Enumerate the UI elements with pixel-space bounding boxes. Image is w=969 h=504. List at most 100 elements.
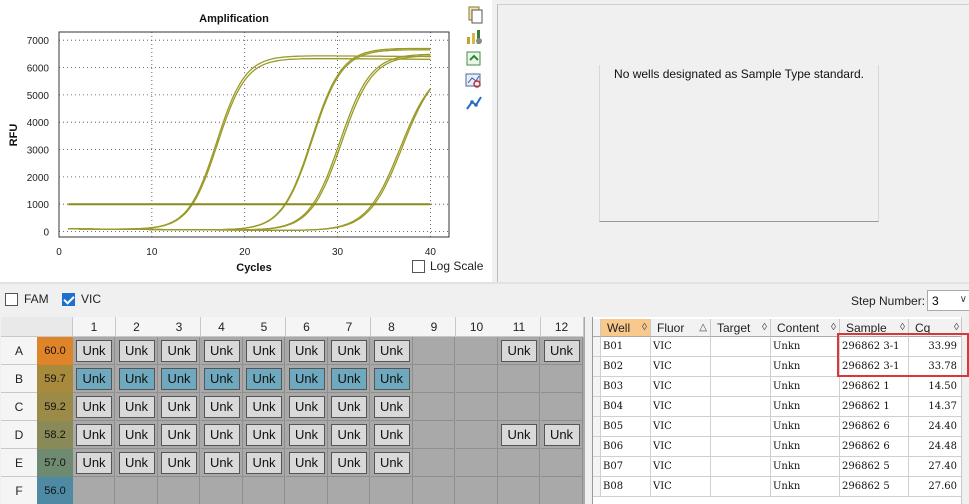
well-content-button[interactable]: Unk xyxy=(76,424,112,446)
table-cell-content[interactable]: Unkn xyxy=(771,357,840,377)
table-cell-target[interactable] xyxy=(711,477,771,497)
table-cell-target[interactable] xyxy=(711,457,771,477)
well-content-button[interactable]: Unk xyxy=(246,424,282,446)
plate-well[interactable] xyxy=(413,365,455,393)
well-content-button[interactable]: Unk xyxy=(288,452,325,474)
table-cell-fluor[interactable]: VIC xyxy=(651,377,711,397)
table-cell-fluor[interactable]: VIC xyxy=(651,457,711,477)
table-cell-fluor[interactable]: VIC xyxy=(651,337,711,357)
table-cell-content[interactable]: Unkn xyxy=(771,417,840,437)
well-content-button[interactable]: Unk xyxy=(501,340,537,362)
well-content-button[interactable]: Unk xyxy=(203,368,240,390)
step-number-select[interactable]: 3 ∨ xyxy=(927,290,969,311)
plate-well[interactable] xyxy=(498,393,540,421)
row-selector[interactable] xyxy=(593,377,601,397)
plate-well[interactable]: Unk xyxy=(540,337,583,365)
table-cell-target[interactable] xyxy=(711,417,771,437)
sort-icon[interactable]: ◊ xyxy=(762,319,767,337)
plate-well[interactable]: Unk xyxy=(370,449,413,477)
vic-checkbox[interactable] xyxy=(62,292,75,306)
table-cell-well[interactable]: B08 xyxy=(601,477,651,497)
fam-checkbox[interactable] xyxy=(5,292,18,306)
plate-well[interactable] xyxy=(455,365,498,393)
table-cell-content[interactable]: Unkn xyxy=(771,477,840,497)
table-cell-sample[interactable]: 296862 1 xyxy=(840,377,909,397)
plate-well[interactable]: Unk xyxy=(73,365,115,393)
plate-column-header[interactable]: 5 xyxy=(243,317,286,337)
well-content-button[interactable]: Unk xyxy=(288,396,325,418)
table-cell-target[interactable] xyxy=(711,397,771,417)
plate-row-header[interactable]: D xyxy=(1,421,37,449)
plate-well[interactable]: Unk xyxy=(370,337,413,365)
table-cell-target[interactable] xyxy=(711,357,771,377)
well-content-button[interactable]: Unk xyxy=(161,368,197,390)
fam-filter[interactable]: FAM xyxy=(5,292,49,306)
well-content-button[interactable]: Unk xyxy=(331,340,367,362)
table-cell-content[interactable]: Unkn xyxy=(771,377,840,397)
row-selector[interactable] xyxy=(593,477,601,497)
plate-well[interactable] xyxy=(540,449,583,477)
row-selector[interactable] xyxy=(593,417,601,437)
well-content-button[interactable]: Unk xyxy=(203,396,240,418)
well-content-button[interactable]: Unk xyxy=(76,340,112,362)
plate-well[interactable]: Unk xyxy=(328,449,370,477)
plate-well[interactable]: Unk xyxy=(540,421,583,449)
plate-well[interactable]: Unk xyxy=(328,365,370,393)
table-cell-cq[interactable]: 14.50 xyxy=(909,377,963,397)
well-content-button[interactable]: Unk xyxy=(373,396,410,418)
table-cell-cq[interactable]: 27.40 xyxy=(909,457,963,477)
well-content-button[interactable]: Unk xyxy=(501,424,537,446)
plate-well[interactable] xyxy=(540,393,583,421)
table-cell-well[interactable]: B06 xyxy=(601,437,651,457)
plate-well[interactable] xyxy=(540,365,583,393)
plate-well[interactable]: Unk xyxy=(115,393,158,421)
plate-well[interactable] xyxy=(498,365,540,393)
plate-well[interactable]: Unk xyxy=(200,337,243,365)
row-selector[interactable] xyxy=(593,437,601,457)
well-content-button[interactable]: Unk xyxy=(203,452,240,474)
zoom-chart-icon[interactable] xyxy=(464,72,484,90)
plate-well[interactable]: Unk xyxy=(158,421,200,449)
plate-well[interactable]: Unk xyxy=(243,421,285,449)
table-cell-fluor[interactable]: VIC xyxy=(651,397,711,417)
well-content-button[interactable]: Unk xyxy=(331,452,367,474)
table-cell-target[interactable] xyxy=(711,437,771,457)
plate-well[interactable]: Unk xyxy=(328,393,370,421)
well-content-button[interactable]: Unk xyxy=(118,368,155,390)
plate-well[interactable] xyxy=(455,393,498,421)
plate-well[interactable]: Unk xyxy=(115,365,158,393)
plate-row-header[interactable]: C xyxy=(1,393,37,421)
table-cell-fluor[interactable]: VIC xyxy=(651,437,711,457)
table-cell-target[interactable] xyxy=(711,337,771,357)
plate-column-header[interactable]: 9 xyxy=(413,317,456,337)
well-content-button[interactable]: Unk xyxy=(118,396,155,418)
table-cell-well[interactable]: B04 xyxy=(601,397,651,417)
plate-well[interactable] xyxy=(243,477,285,504)
plate-well[interactable]: Unk xyxy=(158,365,200,393)
plate-well[interactable]: Unk xyxy=(243,337,285,365)
table-cell-fluor[interactable]: VIC xyxy=(651,417,711,437)
table-cell-fluor[interactable]: VIC xyxy=(651,477,711,497)
row-selector[interactable] xyxy=(593,357,601,377)
table-cell-sample[interactable]: 296862 5 xyxy=(840,477,909,497)
well-content-button[interactable]: Unk xyxy=(543,424,580,446)
well-content-button[interactable]: Unk xyxy=(76,396,112,418)
plate-row-header[interactable]: F xyxy=(1,477,37,504)
copy-icon[interactable] xyxy=(464,6,484,24)
well-content-button[interactable]: Unk xyxy=(331,368,367,390)
plate-well[interactable] xyxy=(413,393,455,421)
table-cell-cq[interactable]: 24.48 xyxy=(909,437,963,457)
table-cell-cq[interactable]: 14.37 xyxy=(909,397,963,417)
plate-well[interactable] xyxy=(116,477,158,504)
column-header-fluor[interactable]: Fluor △ xyxy=(651,319,711,337)
plate-column-header[interactable]: 1 xyxy=(73,317,116,337)
plate-column-header[interactable]: 7 xyxy=(328,317,371,337)
plate-well[interactable]: Unk xyxy=(243,449,285,477)
well-content-button[interactable]: Unk xyxy=(246,368,282,390)
plate-well[interactable] xyxy=(541,477,583,504)
well-content-button[interactable]: Unk xyxy=(118,340,155,362)
plate-well[interactable]: Unk xyxy=(285,421,328,449)
plate-well[interactable]: Unk xyxy=(73,449,115,477)
column-header-well[interactable]: Well ◊ xyxy=(601,319,651,337)
plate-well[interactable]: Unk xyxy=(73,393,115,421)
